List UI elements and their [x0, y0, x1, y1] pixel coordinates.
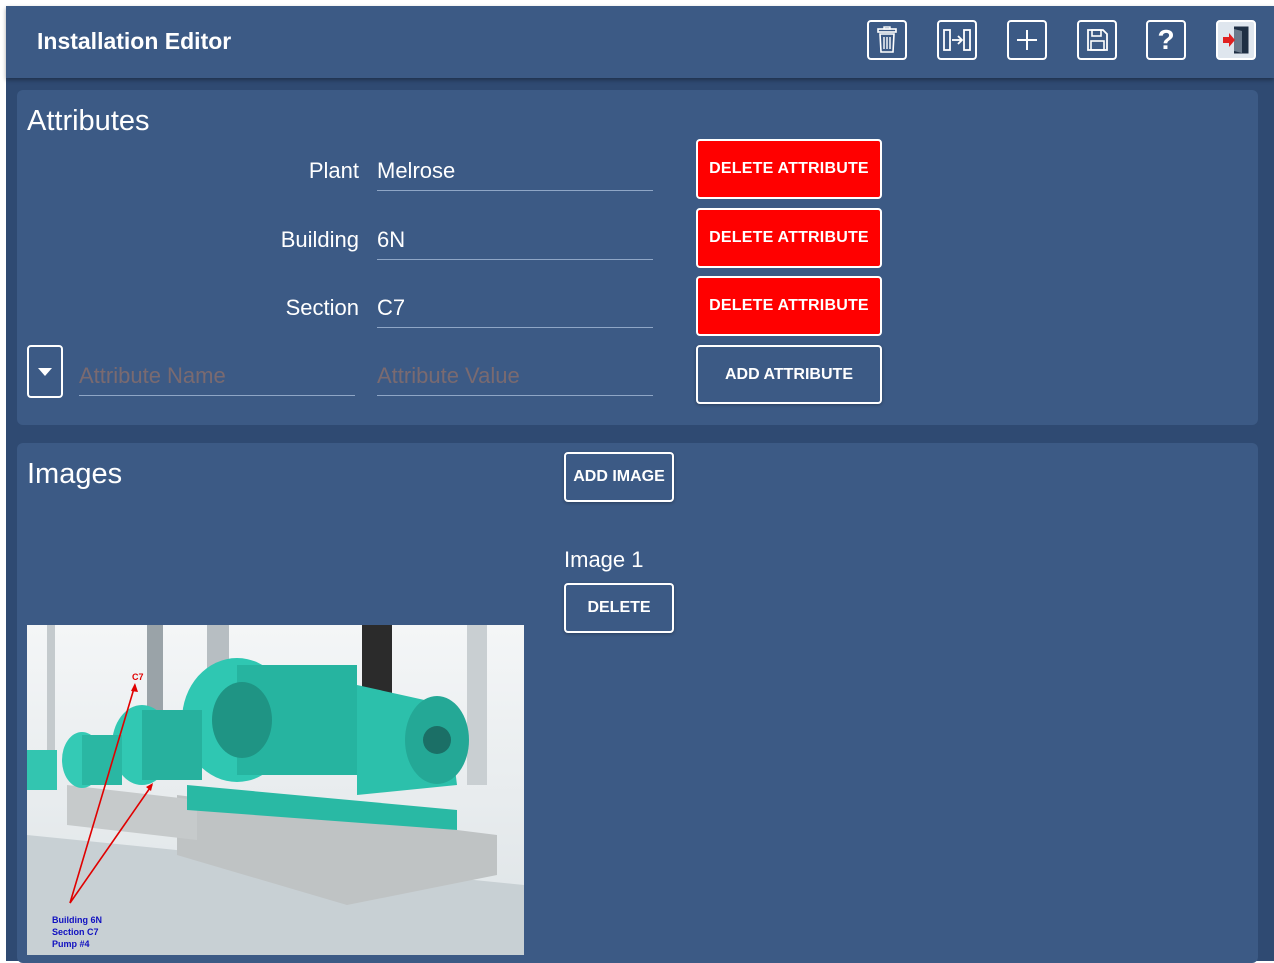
- attributes-title: Attributes: [27, 105, 150, 137]
- save-button[interactable]: [1077, 20, 1117, 60]
- installation-image[interactable]: C7 Building 6N Section C7 Pump #4: [27, 625, 524, 955]
- trash-icon: [875, 26, 899, 54]
- delete-attribute-building-button[interactable]: DELETE ATTRIBUTE: [696, 208, 882, 268]
- annotation-line: Building 6N: [52, 915, 102, 925]
- pump-photo: [27, 625, 524, 955]
- export-icon: [942, 27, 972, 53]
- attribute-label-section: Section: [285, 295, 359, 320]
- annotation-line: Pump #4: [52, 939, 90, 949]
- plus-icon: [1015, 28, 1039, 52]
- add-button[interactable]: [1007, 20, 1047, 60]
- annotation-caption: Building 6N Section C7 Pump #4: [52, 914, 102, 950]
- delete-attribute-section-button[interactable]: DELETE ATTRIBUTE: [696, 276, 882, 336]
- delete-attribute-plant-button[interactable]: DELETE ATTRIBUTE: [696, 139, 882, 199]
- image-label: Image 1: [564, 547, 644, 572]
- caret-down-icon: [38, 363, 52, 381]
- help-button[interactable]: ?: [1146, 20, 1186, 60]
- images-title: Images: [27, 458, 123, 490]
- add-image-button[interactable]: ADD IMAGE: [564, 452, 674, 502]
- page-title: Installation Editor: [37, 28, 232, 54]
- attribute-value-input[interactable]: Attribute Value: [377, 363, 653, 396]
- attribute-value-building[interactable]: 6N: [377, 227, 653, 260]
- attributes-panel: Attributes Plant Melrose DELETE ATTRIBUT…: [17, 90, 1258, 425]
- attribute-label-plant: Plant: [308, 158, 359, 183]
- attribute-name-input[interactable]: Attribute Name: [79, 363, 355, 396]
- attribute-label-building: Building: [280, 227, 359, 252]
- attribute-value-section[interactable]: C7: [377, 295, 653, 328]
- annotation-line: Section C7: [52, 927, 99, 937]
- delete-image-button[interactable]: DELETE: [564, 583, 674, 633]
- attribute-value-plant[interactable]: Melrose: [377, 158, 653, 191]
- export-button[interactable]: [937, 20, 977, 60]
- exit-button[interactable]: [1216, 20, 1256, 60]
- save-icon: [1085, 28, 1109, 52]
- app-header: Installation Editor ?: [6, 6, 1274, 78]
- add-attribute-button[interactable]: ADD ATTRIBUTE: [696, 345, 882, 404]
- attribute-name-dropdown[interactable]: [27, 345, 63, 398]
- exit-door-icon: [1222, 25, 1250, 55]
- delete-installation-button[interactable]: [867, 20, 907, 60]
- app-window: Installation Editor ? Attributes Plant M…: [6, 6, 1274, 963]
- help-icon: ?: [1157, 24, 1175, 55]
- annotation-section-label: C7: [132, 672, 144, 682]
